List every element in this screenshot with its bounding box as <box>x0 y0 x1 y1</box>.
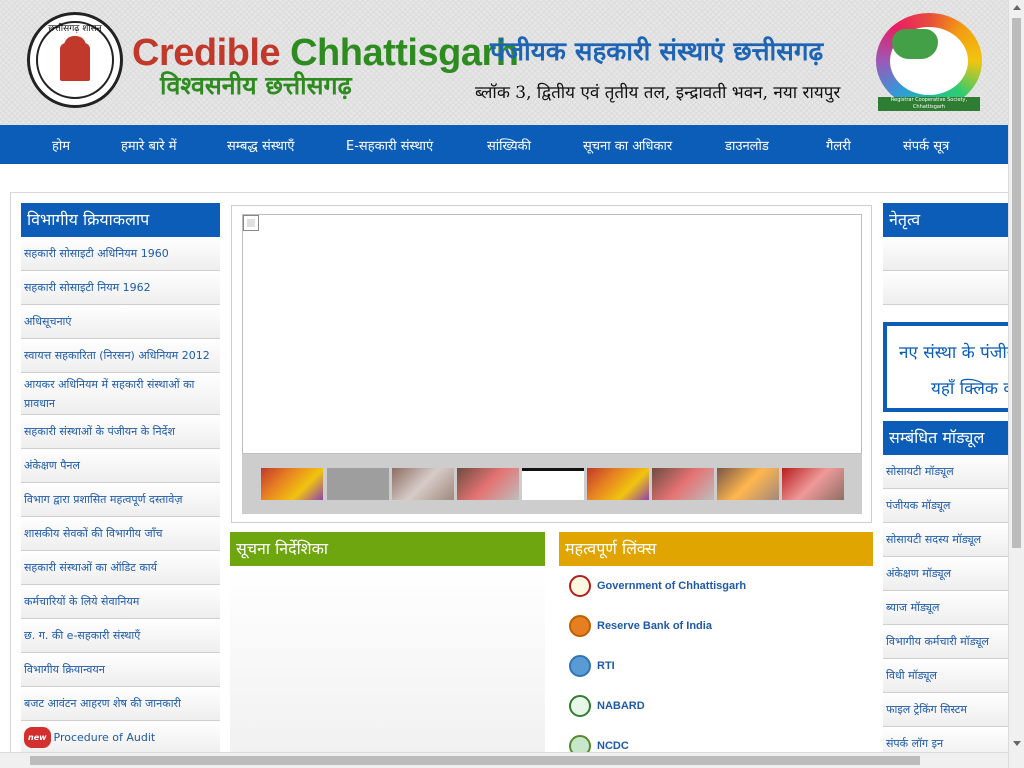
office-title: पंजीयक सहकारी संस्थाएं छत्तीसगढ़ <box>490 37 824 67</box>
modules-title: सम्बंधित मॉड्यूल <box>883 421 1008 455</box>
links-panel-title: महत्वपूर्ण लिंक्स <box>559 532 873 566</box>
module-item[interactable]: ब्याज मॉड्यूल <box>883 591 1008 625</box>
thumbnail[interactable] <box>327 468 389 500</box>
site-header: छत्तीसगढ़ शासन Credible Chhattisgarh विश… <box>0 0 1008 125</box>
left-panel-title: विभागीय क्रियाकलाप <box>21 203 220 237</box>
cooperative-society-logo-icon[interactable]: Registrar Cooperative Society, Chhattisg… <box>876 13 982 111</box>
link-label: RTI <box>597 660 615 672</box>
new-registration-banner[interactable]: नए संस्था के पंजीयन यहाँ क्लिक करें <box>883 322 1008 412</box>
thumbnail[interactable] <box>782 468 844 500</box>
list-item[interactable]: सहकारी सोसाइटी अधिनियम 1960 <box>21 237 220 271</box>
modules-list: सोसायटी मॉड्यूल पंजीयक मॉड्यूल सोसायटी स… <box>883 455 1008 761</box>
promo-line-2: यहाँ क्लिक करें <box>931 379 1008 399</box>
list-item[interactable]: सहकारी संस्थाओं के पंजीयन के निर्देश <box>21 415 220 449</box>
nav-item-affiliated[interactable]: सम्बद्ध संस्थाएँ <box>227 136 294 154</box>
list-item[interactable]: विभाग द्वारा प्रशासित महत्वपूर्ण दस्तावे… <box>21 483 220 517</box>
link-nabard[interactable]: NABARD <box>560 686 872 726</box>
scroll-up-arrow-icon[interactable] <box>1013 5 1021 10</box>
chhattisgarh-govt-emblem-icon[interactable]: छत्तीसगढ़ शासन <box>27 12 123 108</box>
thumbnail[interactable] <box>652 468 714 500</box>
nav-item-e-cooperative[interactable]: E-सहकारी संस्थाएं <box>346 136 433 154</box>
important-links-list: Government of Chhattisgarh Reserve Bank … <box>560 566 872 766</box>
module-item[interactable]: अंकेक्षण मॉड्यूल <box>883 557 1008 591</box>
leadership-slot[interactable] <box>883 271 1008 305</box>
module-item[interactable]: पंजीयक मॉड्यूल <box>883 489 1008 523</box>
link-rbi[interactable]: Reserve Bank of India <box>560 606 872 646</box>
notice-panel-body <box>230 566 545 752</box>
link-label: NCDC <box>597 740 629 752</box>
page: छत्तीसगढ़ शासन Credible Chhattisgarh विश… <box>0 0 1008 768</box>
list-item[interactable]: विभागीय क्रियान्वयन <box>21 653 220 687</box>
link-govt-chhattisgarh[interactable]: Government of Chhattisgarh <box>560 566 872 606</box>
broken-image-icon <box>243 215 259 231</box>
module-item[interactable]: सोसायटी सदस्य मॉड्यूल <box>883 523 1008 557</box>
brand-hindi: विश्वसनीय छत्तीसगढ़ <box>160 71 352 100</box>
nav-item-gallery[interactable]: गैलरी <box>826 136 851 154</box>
thumbnail[interactable] <box>717 468 779 500</box>
vertical-scrollbar[interactable] <box>1008 0 1024 768</box>
new-badge: new <box>24 727 51 748</box>
nabard-logo-icon <box>569 695 591 717</box>
main-nav: होम हमारे बारे में सम्बद्ध संस्थाएँ E-सह… <box>0 125 1008 164</box>
list-item-new[interactable]: new Procedure of Audit <box>21 721 220 755</box>
link-label: Government of Chhattisgarh <box>597 580 747 592</box>
vertical-scroll-thumb[interactable] <box>1012 18 1021 548</box>
link-rti[interactable]: RTI <box>560 646 872 686</box>
leadership-title: नेतृत्व <box>883 203 1008 237</box>
emblem-text: छत्तीसगढ़ शासन <box>48 24 102 34</box>
horizontal-scrollbar[interactable] <box>0 752 1008 768</box>
departmental-activities-list: सहकारी सोसाइटी अधिनियम 1960 सहकारी सोसाइ… <box>21 237 220 755</box>
nav-item-contact[interactable]: संपर्क सूत्र <box>903 136 949 154</box>
module-item[interactable]: सोसायटी मॉड्यूल <box>883 455 1008 489</box>
list-item[interactable]: अधिसूचनाएं <box>21 305 220 339</box>
list-item-label: Procedure of Audit <box>53 731 156 744</box>
list-item[interactable]: कर्मचारियों के लिये सेवानियम <box>21 585 220 619</box>
nav-item-home[interactable]: होम <box>52 136 70 154</box>
thumbnail[interactable] <box>392 468 454 500</box>
promo-line-1: नए संस्था के पंजीयन <box>899 343 1008 363</box>
link-label: NABARD <box>597 700 645 712</box>
office-address: ब्लॉक 3, द्वितीय एवं तृतीय तल, इन्द्रावत… <box>475 83 841 103</box>
module-item[interactable]: विधी मॉड्यूल <box>883 659 1008 693</box>
module-item[interactable]: विभागीय कर्मचारी मॉड्यूल <box>883 625 1008 659</box>
handshake-icon <box>892 29 938 59</box>
scroll-down-arrow-icon[interactable] <box>1013 741 1021 746</box>
cg-emblem-icon <box>569 575 591 597</box>
logo-caption: Registrar Cooperative Society, Chhattisg… <box>878 97 980 111</box>
list-item[interactable]: शासकीय सेवकों की विभागीय जाँच <box>21 517 220 551</box>
thumbnail[interactable] <box>457 468 519 500</box>
nav-item-download[interactable]: डाउनलोड <box>725 136 769 154</box>
nav-item-rti[interactable]: सूचना का अधिकार <box>583 136 672 154</box>
list-item[interactable]: अंकेक्षण पैनल <box>21 449 220 483</box>
image-slider <box>231 205 872 523</box>
nav-item-statistics[interactable]: सांख्यिकी <box>487 136 531 154</box>
ashoka-lion-icon <box>60 36 90 81</box>
slide-main-image[interactable] <box>242 214 862 454</box>
list-item[interactable]: सहकारी संस्थाओं का ऑडिट कार्य <box>21 551 220 585</box>
nav-item-about[interactable]: हमारे बारे में <box>121 136 177 154</box>
module-item[interactable]: फाइल ट्रेकिंग सिस्टम <box>883 693 1008 727</box>
rti-logo-icon <box>569 655 591 677</box>
leadership-slot[interactable] <box>883 237 1008 271</box>
notice-panel-title: सूचना निर्देशिका <box>230 532 545 566</box>
rbi-logo-icon <box>569 615 591 637</box>
list-item[interactable]: स्वायत्त सहकारिता (निरसन) अधिनियम 2012 <box>21 339 220 373</box>
list-item[interactable]: छ. ग. की e-सहकारी संस्थाएँ <box>21 619 220 653</box>
link-label: Reserve Bank of India <box>597 620 712 632</box>
leadership-list <box>883 237 1008 305</box>
horizontal-scroll-thumb[interactable] <box>30 756 920 765</box>
slider-thumbnails <box>242 454 862 514</box>
thumbnail[interactable] <box>587 468 649 500</box>
thumbnail[interactable] <box>261 468 323 500</box>
list-item[interactable]: आयकर अधिनियम में सहकारी संस्थाओं का प्रा… <box>21 373 220 415</box>
list-item[interactable]: सहकारी सोसाइटी नियम 1962 <box>21 271 220 305</box>
thumbnail-active[interactable] <box>522 468 584 500</box>
list-item[interactable]: बजट आवंटन आहरण शेष की जानकारी <box>21 687 220 721</box>
